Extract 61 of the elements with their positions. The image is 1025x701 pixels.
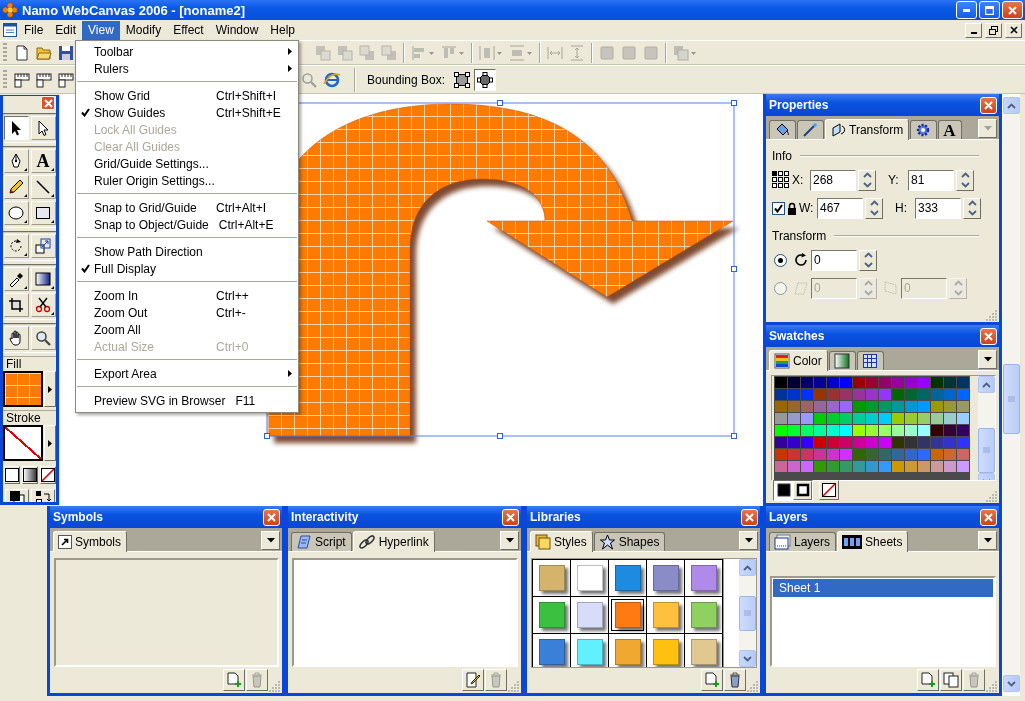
shortcut-text: Ctrl+Alt+I [216,200,267,215]
menu-item[interactable]: Grid/Guide Settings... [76,155,298,172]
number-field[interactable]: 467 [817,197,863,219]
panel-tab[interactable]: Color [769,350,828,371]
shortcut-text: Ctrl+0 [216,339,250,354]
window-title: Namo WebCanvas 2006 - [noname2] [22,2,246,18]
menu-item[interactable]: Ruler Origin Settings... [76,172,298,189]
panel-title: Properties [769,98,830,112]
number-field[interactable]: 268 [810,169,856,191]
menu-item[interactable]: Help [264,20,301,40]
tool-button[interactable]: A [30,149,56,173]
list-item[interactable]: Sheet 1 [773,579,993,597]
panel-tab[interactable]: Sheets [837,531,909,552]
panel-title: Libraries [530,510,582,524]
menu-item[interactable]: Toolbar [76,43,298,60]
menu-item[interactable]: Window [209,20,265,40]
shortcut-text: Ctrl+Shift+I [216,88,278,103]
shortcut-text: Ctrl+Alt+E [218,217,275,232]
menu-item[interactable]: File [18,20,50,40]
section-label: Transform [772,229,827,243]
menu-item[interactable]: Effect [167,20,210,40]
menu-item[interactable]: Snap to Grid/Guide Ctrl+Alt+I [76,199,298,216]
panel-tab[interactable]: Symbols [53,531,127,552]
menu-item[interactable]: View [82,20,120,40]
menu-item[interactable]: Preview SVG in Browser F11 [76,392,298,409]
panel-title: Layers [769,510,809,524]
field-label: H: [895,201,908,215]
panel-tab[interactable]: A [938,120,962,139]
panel-title: Symbols [53,510,104,524]
field-label: Y: [888,173,900,187]
menu-item[interactable]: Rulers [76,60,298,77]
panel-tab[interactable]: Script [291,532,352,551]
menu-item[interactable]: Snap to Object/Guide Ctrl+Alt+E [76,216,298,233]
menu-item[interactable]: Show Grid Ctrl+Shift+I [76,87,298,104]
shortcut-text: Ctrl+Shift+E [216,105,282,120]
panel-title: Swatches [769,329,826,343]
menu-item[interactable]: Zoom In Ctrl++ [76,287,298,304]
menu-item[interactable]: Export Area [76,365,298,382]
number-field[interactable]: 81 [908,169,954,191]
field-label: W: [799,201,815,215]
panel-tab[interactable]: Shapes [593,532,666,551]
menu-item[interactable]: Full Display [76,260,298,277]
panel-title: Interactivity [291,510,360,524]
panel-tab[interactable]: Transform [825,119,910,140]
section-label: Info [772,149,792,163]
panel-tab[interactable]: Hyperlink [352,531,435,552]
menu-item[interactable]: Show Guides Ctrl+Shift+E [76,104,298,121]
bounding-box-label: Bounding Box: [367,72,446,87]
number-field[interactable]: 333 [915,197,961,219]
menu-item[interactable]: Zoom All [76,321,298,338]
number-field[interactable]: 0 [811,249,857,271]
panel-tab[interactable]: Styles [530,531,593,552]
shortcut-text: Ctrl+- [216,305,247,320]
menu-item[interactable]: Modify [119,20,168,40]
menu-item[interactable]: Show Path Direction [76,243,298,260]
shortcut-text: Ctrl++ [216,288,250,303]
menu-item[interactable]: Edit [49,20,83,40]
field-label: X: [792,173,805,187]
shortcut-text: F11 [235,393,257,408]
menu-item[interactable]: Zoom Out Ctrl+- [76,304,298,321]
panel-tab[interactable]: Layers [769,532,837,551]
